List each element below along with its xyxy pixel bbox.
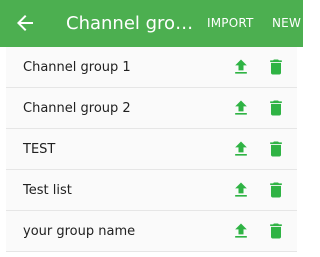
trash-icon[interactable] (266, 180, 286, 200)
upload-icon[interactable] (231, 221, 251, 241)
list-item[interactable]: TEST (6, 129, 297, 170)
group-name: your group name (23, 224, 136, 239)
upload-icon[interactable] (231, 98, 251, 118)
group-name: Channel group 1 (23, 60, 131, 75)
upload-icon[interactable] (231, 180, 251, 200)
list-item[interactable]: Channel group 1 (6, 47, 297, 88)
trash-icon[interactable] (266, 139, 286, 159)
page-title: Channel group list (66, 13, 200, 34)
list-item[interactable]: Channel group 2 (6, 88, 297, 129)
list-item[interactable]: Test list (6, 170, 297, 211)
list-item[interactable]: your group name (6, 211, 297, 252)
group-name: Channel group 2 (23, 101, 131, 116)
new-button[interactable]: NEW (272, 0, 301, 47)
group-name: Test list (23, 183, 72, 198)
trash-icon[interactable] (266, 57, 286, 77)
trash-icon[interactable] (266, 98, 286, 118)
upload-icon[interactable] (231, 139, 251, 159)
import-button[interactable]: IMPORT (207, 0, 254, 47)
channel-group-list: Channel group 1 Channel group 2 TEST Tes… (6, 47, 297, 252)
arrow-left-icon[interactable] (13, 11, 37, 35)
group-name: TEST (23, 142, 56, 157)
trash-icon[interactable] (266, 221, 286, 241)
app-bar: Channel group list IMPORT NEW (0, 0, 303, 47)
upload-icon[interactable] (231, 57, 251, 77)
